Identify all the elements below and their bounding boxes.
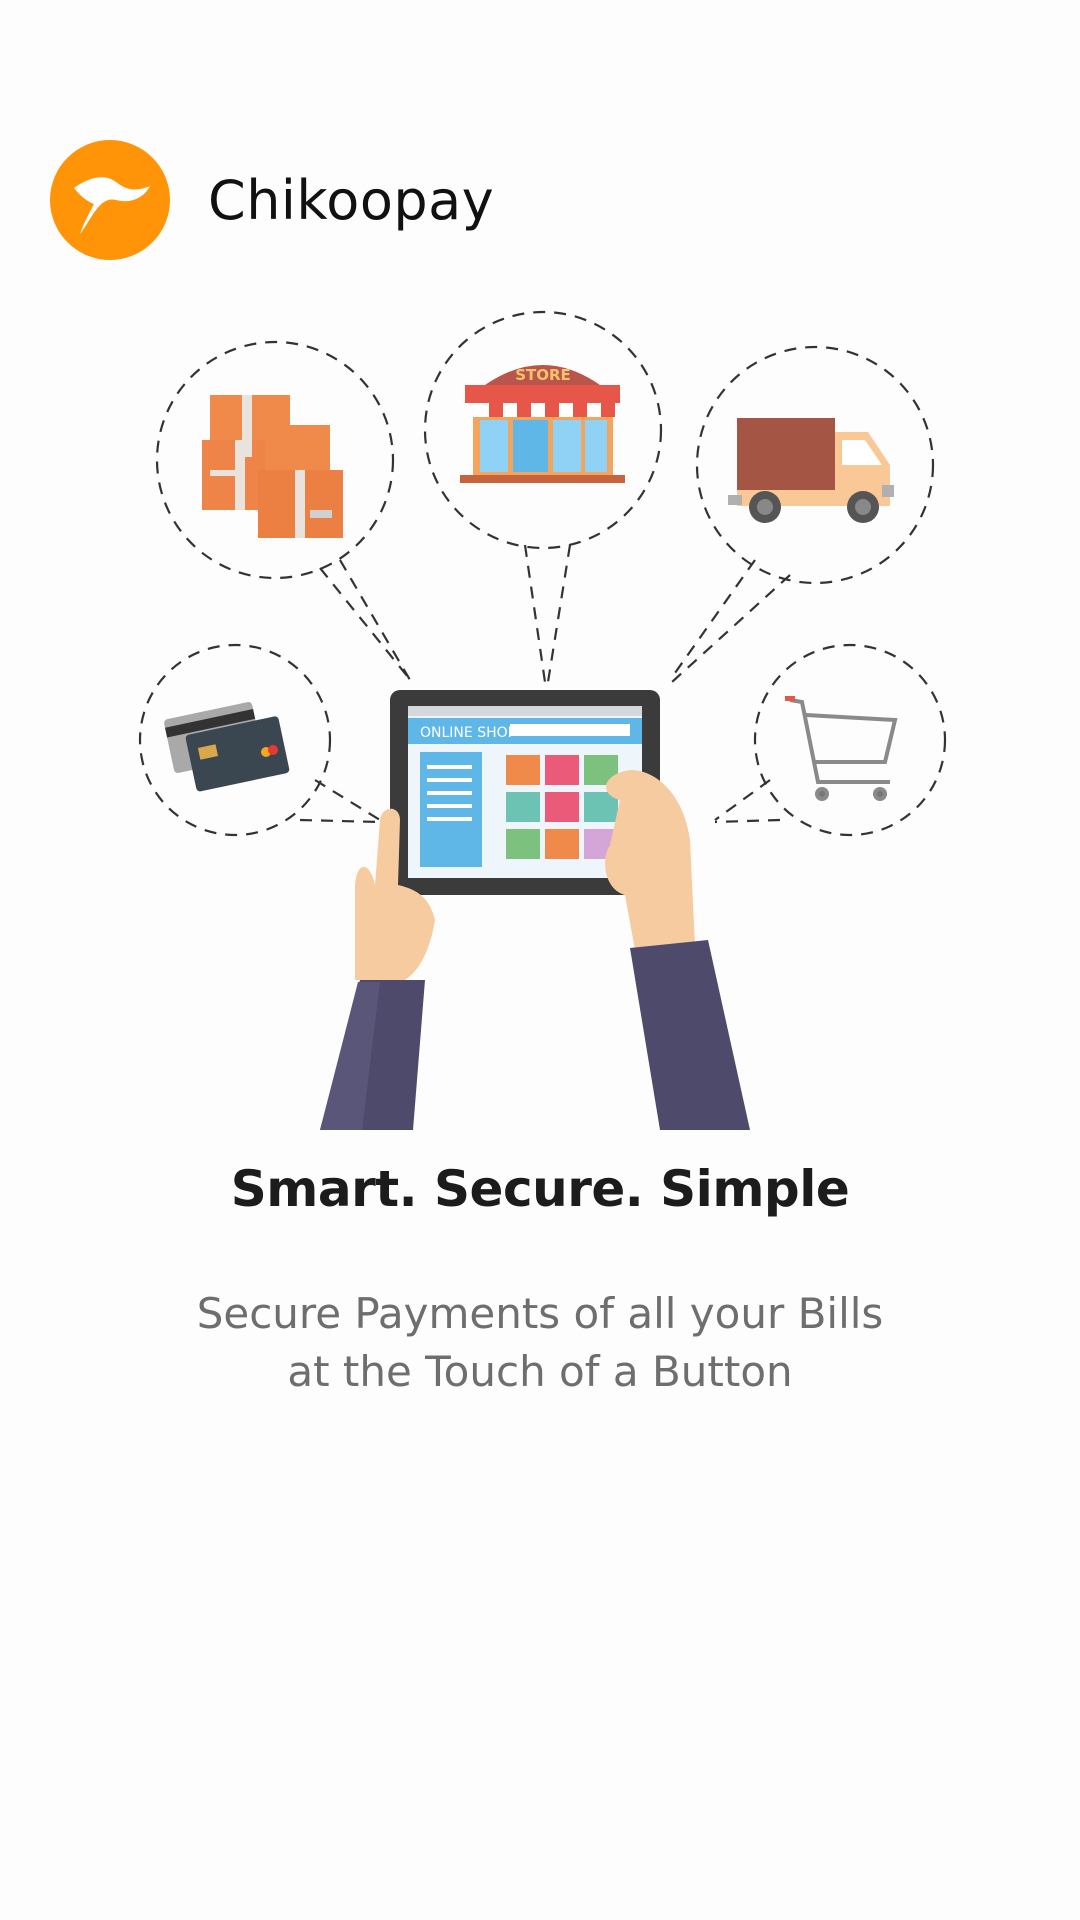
- store-icon: STORE: [460, 365, 625, 483]
- onboarding-subtitle: Secure Payments of all your Bills at the…: [140, 1285, 940, 1401]
- delivery-truck-icon: [728, 418, 894, 523]
- subtitle-line-2: at the Touch of a Button: [287, 1347, 793, 1396]
- boxes-icon: [202, 395, 343, 538]
- chikoopay-logo-icon: [50, 140, 170, 260]
- subtitle-line-1: Secure Payments of all your Bills: [196, 1289, 884, 1338]
- onboarding-screen: Chikoopay STORE ONLINE SHOP Smart. Secur…: [0, 0, 1080, 1920]
- credit-cards-icon: [164, 701, 290, 792]
- svg-text:STORE: STORE: [515, 366, 571, 384]
- app-header: Chikoopay: [50, 140, 494, 260]
- shopping-illustration: STORE ONLINE SHOP: [130, 300, 950, 1130]
- app-name: Chikoopay: [208, 168, 495, 232]
- shopping-cart-icon: [789, 698, 898, 801]
- onboarding-headline: Smart. Secure. Simple: [230, 1160, 850, 1218]
- svg-text:ONLINE SHOP: ONLINE SHOP: [420, 725, 516, 741]
